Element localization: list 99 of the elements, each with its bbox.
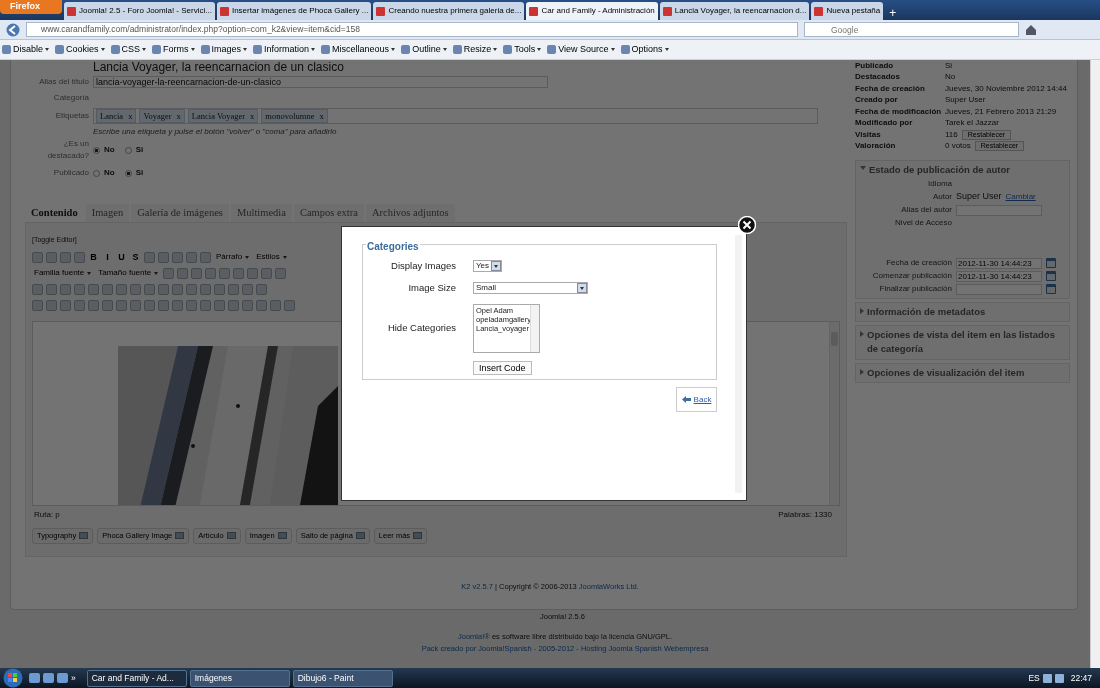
format-select[interactable]: Párrafo — [214, 251, 252, 264]
field-label: Finalizar publicación — [878, 283, 952, 296]
content-tab[interactable]: Imagen — [85, 204, 130, 222]
browser-tab[interactable]: Car and Family - Administración — [526, 2, 658, 20]
info-label: Modificado por — [855, 117, 914, 130]
taskbar-button[interactable]: Imágenes — [189, 669, 290, 687]
section-header[interactable]: Opciones de visualización del item — [860, 365, 1025, 380]
format-button[interactable]: I — [102, 250, 113, 264]
change-link[interactable]: Cambiar — [1005, 191, 1036, 203]
alias-field[interactable]: lancia-voyager-la-reencarnacion-de-un-clasico — [93, 76, 548, 88]
field-label: Nivel de Acceso — [894, 216, 952, 229]
remove-tag-button[interactable]: x — [250, 109, 255, 123]
insert-code-button[interactable]: Insert Code — [473, 360, 532, 375]
toolbar-menu-button[interactable]: Forms — [152, 42, 195, 57]
tags-field[interactable]: Lancia x Voyager x Lancia Voyager x monovolumne x — [93, 108, 818, 124]
info-label: Destacados — [855, 71, 901, 84]
field-label: Etiquetas — [54, 110, 89, 122]
date-field[interactable]: 2012-11-30 14:44:23 — [956, 270, 1042, 282]
info-label: Publicado — [855, 60, 895, 72]
browser-tab[interactable]: Insertar imágenes de Phoca Gallery ... — [216, 2, 372, 20]
field-label: Comenzar publicación — [871, 270, 952, 283]
remove-tag-button[interactable]: x — [319, 109, 324, 123]
info-value: Jueves, 30 Noviembre 2012 14:44 — [945, 82, 1067, 95]
browser-tab[interactable]: Lancia Voyager, la reencarnacion d... — [659, 2, 810, 20]
format-button[interactable]: B — [88, 250, 99, 264]
date-field[interactable]: 2012-11-30 14:44:23 — [956, 257, 1042, 269]
toolbar-menu-button[interactable]: Resize — [452, 42, 498, 57]
info-label: Valoración — [855, 140, 897, 153]
author-name: Super User — [956, 190, 1002, 204]
new-tab-button[interactable]: + — [885, 6, 901, 20]
browser-tab[interactable]: Creando nuestra primera galeria de... — [373, 2, 525, 20]
toolbar-menu-button[interactable]: Cookies — [55, 42, 105, 57]
info-value: Jueves, 21 Febrero 2013 21:29 — [945, 105, 1057, 118]
firefox-menu-button[interactable]: Firefox — [0, 0, 62, 14]
field-label: Autor — [931, 191, 952, 203]
search-field[interactable]: Google — [804, 22, 1019, 37]
toolbar-menu-button[interactable]: Information — [253, 42, 316, 57]
toolbar-menu-button[interactable]: Images — [200, 42, 248, 57]
toolbar-menu-button[interactable]: Tools — [503, 42, 542, 57]
toolbar-menu-button[interactable]: Miscellaneous — [321, 42, 396, 57]
language-indicator[interactable]: ES — [1028, 671, 1040, 685]
section-header[interactable]: Información de metadatos — [860, 304, 986, 319]
info-value: Tarek el Jazzar — [945, 117, 999, 130]
content-tab[interactable]: Campos extra — [293, 204, 364, 222]
info-value: No — [945, 71, 956, 84]
info-value: Si — [945, 60, 953, 72]
info-label: Visitas — [855, 128, 882, 141]
browser-tab[interactable]: Joomla! 2.5 - Foro Joomla! - Servici... — [64, 2, 215, 20]
info-label: Creado por — [855, 94, 899, 107]
tag[interactable]: Voyager x — [139, 108, 185, 124]
hint-text: Escribe una etiqueta y pulse el botón "volver" o "coma" para añadirlo — [92, 126, 338, 138]
taskbar-button[interactable]: Dibujo6 - Paint — [292, 669, 393, 687]
toolbar-menu-button[interactable]: Disable — [2, 42, 49, 57]
radio-label: No — [104, 167, 115, 179]
path-text: Ruta: p — [34, 509, 60, 522]
remove-tag-button[interactable]: x — [128, 109, 133, 123]
url-field[interactable]: www.carandfamily.com/administrator/index.php?option=com_k2&view=item&cid=158 — [26, 22, 798, 37]
dropdown-field[interactable]: Small — [473, 282, 588, 295]
section-header[interactable]: Estado de publicación de autor — [860, 163, 1010, 178]
field-label: Fecha de creación — [885, 257, 952, 270]
info-value: 116 — [945, 128, 958, 141]
toolbar-menu-button[interactable]: CSS — [110, 42, 147, 57]
fieldset-legend: Categories — [366, 239, 420, 254]
field-label: Idioma — [927, 177, 952, 190]
item-title: Lancia Voyager, la reencarnacion de un clasico — [92, 60, 345, 74]
field-label: Alias del autor — [900, 204, 952, 217]
dropdown-field[interactable]: Yes — [473, 260, 502, 273]
browser-tab[interactable]: Nueva pestaña — [811, 2, 884, 20]
info-label: Fecha de modificación — [855, 105, 943, 118]
radio-label: Si — [135, 144, 144, 156]
toolbar-menu-button[interactable]: View Source — [547, 42, 615, 57]
toolbar-menu-button[interactable]: Outline — [401, 42, 447, 57]
format-button[interactable]: S — [130, 250, 141, 264]
tag[interactable]: monovolumne x — [261, 108, 328, 124]
remove-tag-button[interactable]: x — [176, 109, 181, 123]
radio-label: No — [104, 144, 115, 156]
format-button[interactable]: U — [116, 250, 127, 264]
format-select[interactable]: Familia fuente — [32, 267, 94, 280]
toolbar-menu-button[interactable]: Options — [620, 42, 669, 57]
tag[interactable]: Lancia Voyager x — [187, 108, 259, 124]
content-tab[interactable]: Galería de imágenes — [131, 204, 229, 222]
content-tab[interactable]: Multimedia — [230, 204, 292, 222]
more-button[interactable]: » — [71, 671, 76, 685]
format-select[interactable]: Tamaño fuente — [96, 267, 161, 280]
field-label: Hide Categories — [386, 320, 456, 335]
radio-label: Si — [135, 167, 144, 179]
word-count: Palabras: 1330 — [778, 509, 832, 522]
content-tab[interactable]: Archivos adjuntos — [365, 204, 455, 222]
back-button[interactable]: Back — [676, 387, 717, 412]
clock-text: 22:47 — [1070, 671, 1092, 685]
info-label: Fecha de creación — [855, 82, 926, 95]
tag[interactable]: Lancia x — [96, 108, 137, 124]
taskbar-button[interactable]: Car and Family - Ad... — [86, 669, 187, 687]
field-label: Image Size — [407, 281, 456, 296]
info-value: 0 votos — [945, 140, 971, 153]
info-value: Super User — [945, 94, 986, 107]
section-header[interactable]: Opciones de vista del item en las listados de categoría — [860, 328, 1065, 357]
field-label: Display Images — [390, 259, 456, 273]
format-select[interactable]: Estilos — [254, 251, 289, 264]
